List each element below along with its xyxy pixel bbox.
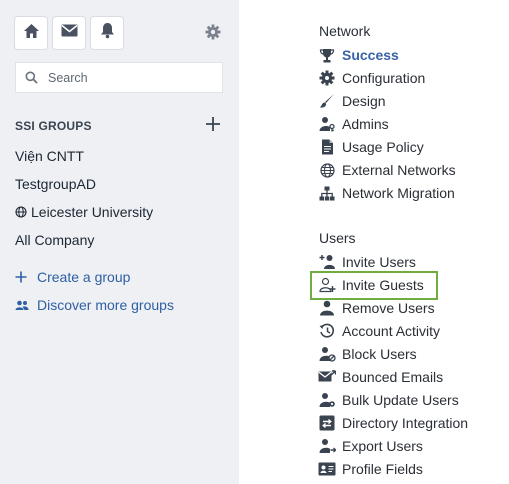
settings-button[interactable] — [204, 24, 222, 45]
hierarchy-icon — [318, 184, 336, 202]
menu-item-configuration[interactable]: Configuration — [318, 68, 425, 88]
create-group-label: Create a group — [37, 269, 131, 285]
mail-bounce-icon — [318, 368, 336, 386]
add-group-button[interactable] — [205, 116, 223, 134]
menu-item-invite-users[interactable]: Invite Users — [318, 252, 416, 272]
menu-item-label: Network Migration — [342, 185, 455, 201]
user-gear-icon — [318, 391, 336, 409]
group-label: Viện CNTT — [15, 148, 84, 164]
id-card-icon — [318, 460, 336, 478]
discover-groups-label: Discover more groups — [37, 297, 174, 313]
globe-icon — [15, 206, 27, 218]
history-icon — [318, 322, 336, 340]
home-icon — [23, 23, 40, 44]
menu-item-label: Bounced Emails — [342, 369, 444, 385]
user-block-icon — [318, 345, 336, 363]
menu-item-block-users[interactable]: Block Users — [318, 344, 417, 364]
inbox-button[interactable] — [53, 17, 85, 49]
menu-item-success[interactable]: Success — [318, 45, 399, 65]
menu-item-label: Bulk Update Users — [342, 392, 459, 408]
plus-icon — [15, 271, 31, 283]
group-label: TestgroupAD — [15, 176, 96, 192]
gear-icon — [205, 24, 221, 45]
menu-item-label: Block Users — [342, 346, 417, 362]
cog-icon — [318, 69, 336, 87]
menu-item-label: Invite Users — [342, 254, 416, 270]
menu-item-label: Profile Fields — [342, 461, 423, 477]
groups-heading: SSI GROUPS — [15, 119, 92, 133]
menu-item-label: Directory Integration — [342, 415, 469, 431]
bell-icon — [100, 22, 115, 44]
search-placeholder: Search — [48, 70, 88, 85]
menu-item-label: Design — [342, 93, 386, 109]
menu-item-account-activity[interactable]: Account Activity — [318, 321, 440, 341]
group-label: All Company — [15, 232, 95, 248]
menu-item-label: Account Activity — [342, 323, 441, 339]
menu-item-admins[interactable]: Admins — [318, 114, 389, 134]
menu-item-label: Usage Policy — [342, 139, 424, 155]
menu-item-label: Invite Guests — [342, 277, 424, 293]
group-item-vien-cntt[interactable]: Viện CNTT — [15, 148, 84, 164]
menu-item-profile-fields[interactable]: Profile Fields — [318, 459, 423, 479]
menu-item-external-networks[interactable]: External Networks — [318, 160, 456, 180]
menu-item-invite-guests[interactable]: Invite Guests — [318, 275, 424, 295]
brush-icon — [318, 92, 336, 110]
envelope-icon — [61, 24, 78, 42]
menu-item-label: Export Users — [342, 438, 423, 454]
sync-icon — [318, 414, 336, 432]
menu-item-design[interactable]: Design — [318, 91, 386, 111]
user-plus-icon — [318, 253, 336, 271]
group-label: Leicester University — [31, 204, 154, 220]
plus-icon — [205, 117, 221, 136]
menu-item-bulk-update-users[interactable]: Bulk Update Users — [318, 390, 459, 410]
menu-item-label: Configuration — [342, 70, 426, 86]
menu-item-export-users[interactable]: Export Users — [318, 436, 423, 456]
menu-item-network-migration[interactable]: Network Migration — [318, 183, 455, 203]
trophy-icon — [318, 46, 336, 64]
create-group-link[interactable]: Create a group — [15, 269, 130, 285]
menu-item-remove-users[interactable]: Remove Users — [318, 298, 435, 318]
group-item-testgroupad[interactable]: TestgroupAD — [15, 176, 96, 192]
menu-item-bounced-emails[interactable]: Bounced Emails — [318, 367, 443, 387]
left-sidebar: Search SSI GROUPS Viện CNTT TestgroupAD … — [0, 0, 239, 484]
menu-item-label: Remove Users — [342, 300, 435, 316]
menu-item-directory-integration[interactable]: Directory Integration — [318, 413, 468, 433]
users-section-title: Users — [319, 230, 356, 246]
group-item-leicester-university[interactable]: Leicester University — [15, 204, 153, 220]
menu-item-label: Admins — [342, 116, 389, 132]
discover-groups-link[interactable]: Discover more groups — [15, 297, 174, 313]
people-icon — [15, 300, 31, 311]
document-icon — [318, 138, 336, 156]
notifications-button[interactable] — [91, 17, 123, 49]
search-icon — [25, 71, 39, 85]
menu-item-label: Success — [342, 47, 399, 63]
search-input[interactable]: Search — [15, 62, 223, 93]
menu-item-usage-policy[interactable]: Usage Policy — [318, 137, 424, 157]
globe-icon — [318, 161, 336, 179]
home-button[interactable] — [15, 17, 47, 49]
user-remove-icon — [318, 299, 336, 317]
guest-plus-icon — [318, 276, 336, 294]
group-item-all-company[interactable]: All Company — [15, 232, 94, 248]
user-export-icon — [318, 437, 336, 455]
user-key-icon — [318, 115, 336, 133]
menu-item-label: External Networks — [342, 162, 456, 178]
network-section-title: Network — [319, 23, 371, 39]
